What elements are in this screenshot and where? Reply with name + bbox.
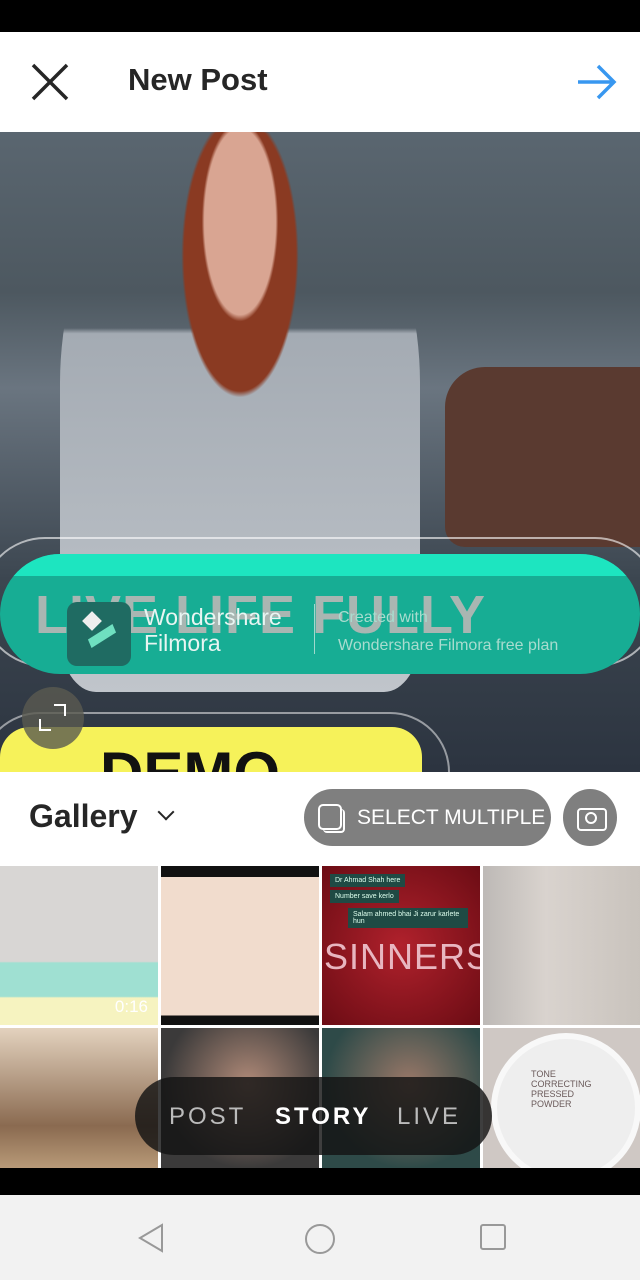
video-duration: 0:16 — [114, 997, 148, 1016]
watermark-brand: Wondershare Filmora — [144, 604, 282, 656]
filmora-watermark-banner: LIVE LIFE FULLY Wondershare Filmora Creat… — [0, 554, 640, 674]
chevron-down-icon[interactable] — [157, 803, 175, 821]
arrow-right-icon[interactable] — [576, 62, 618, 102]
home-icon[interactable] — [304, 1223, 336, 1255]
back-icon[interactable] — [136, 1223, 166, 1253]
media-preview[interactable]: LIVE LIFE FULLY Wondershare Filmora Creat… — [0, 132, 640, 772]
gallery-dropdown[interactable]: Gallery — [29, 798, 138, 835]
header: New Post — [0, 32, 640, 132]
multiple-select-icon — [318, 804, 345, 833]
grid-thumb[interactable] — [161, 866, 319, 1025]
gallery-bar: Gallery SELECT MULTIPLE — [0, 772, 640, 866]
expand-icon[interactable] — [22, 687, 84, 749]
bottom-spacer — [0, 1168, 640, 1195]
mode-switcher: POST STORY LIVE — [135, 1077, 492, 1155]
preview-pouf — [445, 367, 640, 547]
recents-icon[interactable] — [480, 1223, 506, 1251]
mode-post[interactable]: POST — [169, 1103, 246, 1131]
watermark-divider — [314, 604, 315, 654]
mode-live[interactable]: LIVE — [397, 1103, 461, 1131]
watermark-created: Created with Wondershare Filmora free pla… — [338, 609, 559, 654]
grid-thumb[interactable] — [483, 866, 640, 1025]
page-title: New Post — [128, 62, 268, 97]
system-nav-bar — [0, 1195, 640, 1280]
camera-icon[interactable] — [563, 789, 617, 846]
mode-story[interactable]: STORY — [275, 1103, 371, 1131]
grid-thumb[interactable]: TONE CORRECTING PRESSED POWDER — [483, 1028, 640, 1168]
status-bar — [0, 0, 640, 32]
grid-thumb[interactable]: 0:16 — [0, 866, 158, 1025]
filmora-logo-icon — [67, 602, 131, 666]
close-icon[interactable] — [30, 62, 70, 102]
grid-thumb[interactable]: Dr Ahmad Shah here Number save kerlo Sal… — [322, 866, 480, 1025]
select-multiple-button[interactable]: SELECT MULTIPLE — [304, 789, 551, 846]
grid-thumb[interactable] — [0, 1028, 158, 1168]
